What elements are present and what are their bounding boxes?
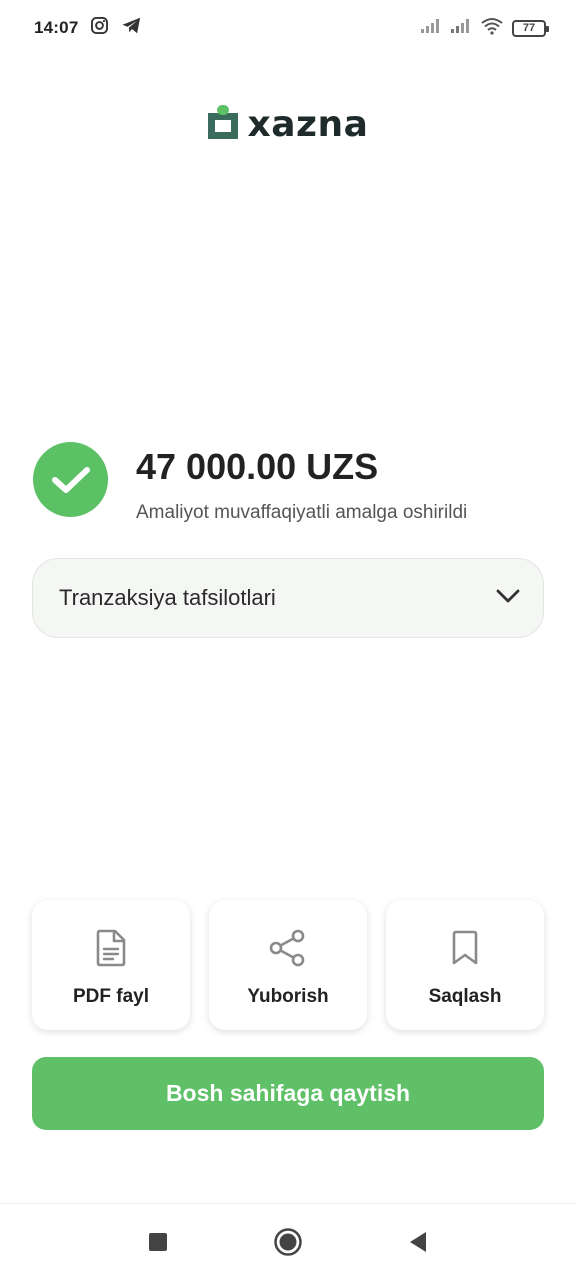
go-home-label: Bosh sahifaga qaytish	[165, 1080, 411, 1106]
instagram-icon	[90, 16, 109, 40]
system-nav-bar	[0, 1203, 576, 1280]
go-home-button[interactable]: Bosh sahifaga qaytish	[32, 1057, 544, 1130]
brand-logo: xazna	[0, 104, 576, 145]
save-button[interactable]: Saqlash	[386, 900, 544, 1030]
chevron-down-icon	[495, 588, 521, 609]
payment-success-screen: 14:07 77 xazna 47 000.00 UZS Amaliyot mu…	[0, 0, 576, 1280]
share-icon	[268, 928, 308, 968]
document-icon	[95, 928, 127, 968]
logo-mark-icon	[207, 105, 238, 144]
transaction-amount: 47 000.00 UZS	[136, 446, 379, 487]
pdf-file-label: PDF fayl	[72, 986, 150, 1007]
share-label: Yuborish	[247, 986, 329, 1007]
battery-icon: 77	[512, 19, 549, 37]
result-text: 47 000.00 UZS Amaliyot muvaffaqiyatli am…	[136, 442, 467, 524]
bookmark-icon	[451, 928, 479, 968]
back-icon[interactable]	[398, 1222, 438, 1262]
battery-level: 77	[522, 22, 536, 34]
signal-icon	[450, 18, 472, 39]
status-time: 14:07	[34, 18, 79, 37]
pdf-file-button[interactable]: PDF fayl	[32, 900, 190, 1030]
home-icon[interactable]	[268, 1222, 308, 1262]
action-buttons: PDF fayl Yuborish Saqlash	[32, 900, 544, 1030]
wifi-icon	[480, 17, 504, 40]
transaction-result: 47 000.00 UZS Amaliyot muvaffaqiyatli am…	[33, 442, 543, 524]
signal-icon	[420, 18, 442, 39]
status-left: 14:07	[34, 16, 142, 40]
transaction-details-label: Tranzaksiya tafsilotlari	[59, 585, 276, 610]
share-button[interactable]: Yuborish	[209, 900, 367, 1030]
success-message: Amaliyot muvaffaqiyatli amalga oshirildi	[136, 502, 468, 523]
recent-apps-icon[interactable]	[138, 1222, 178, 1262]
telegram-icon	[121, 16, 142, 40]
status-bar: 14:07 77	[0, 0, 576, 56]
save-label: Saqlash	[428, 986, 502, 1007]
brand-name: xazna	[247, 104, 369, 145]
transaction-details-toggle[interactable]: Tranzaksiya tafsilotlari	[32, 558, 544, 638]
status-right: 77	[420, 17, 549, 40]
check-icon	[33, 442, 108, 517]
